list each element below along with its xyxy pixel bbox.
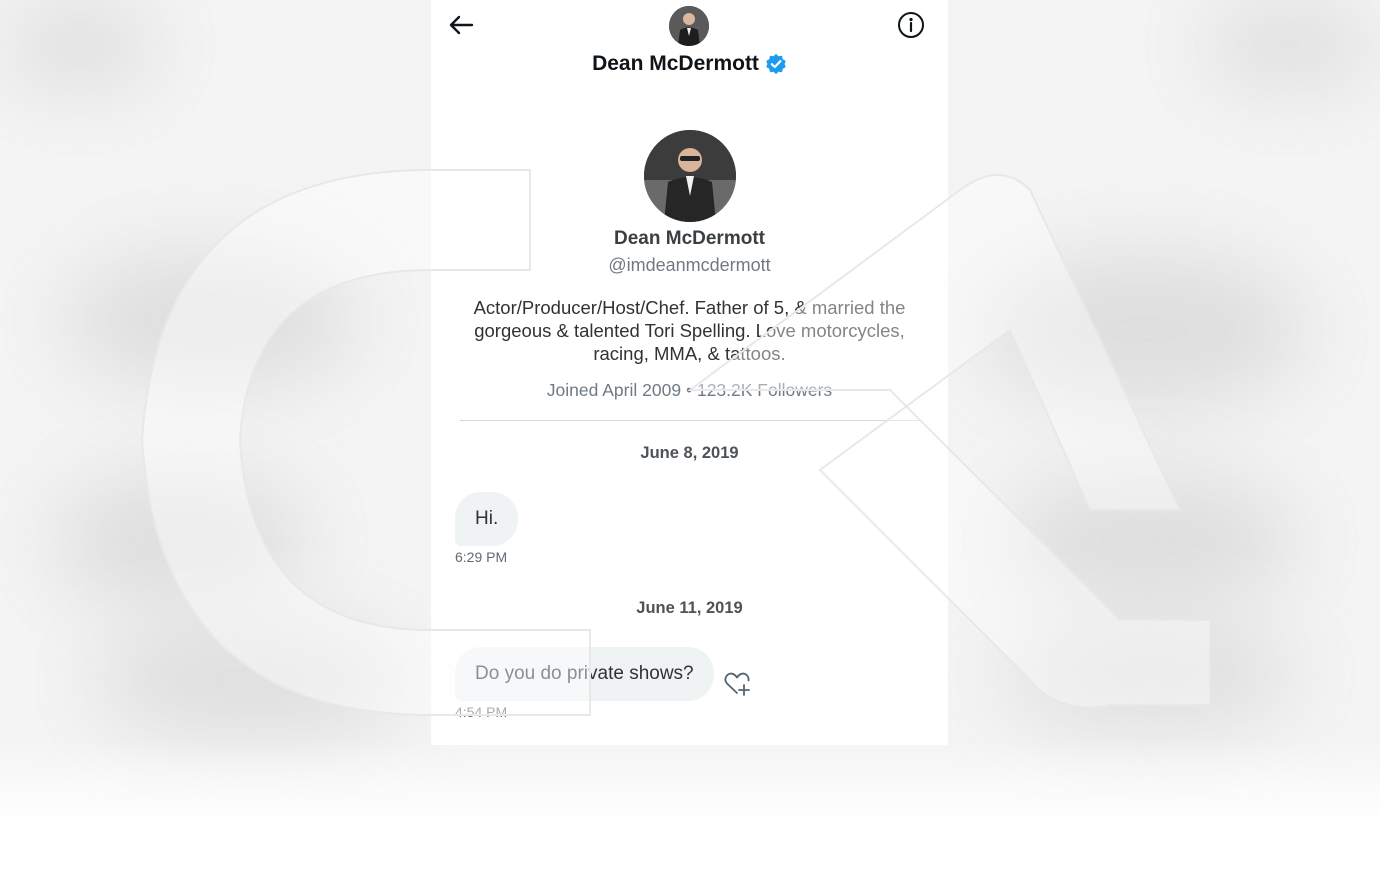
conversation-header: Dean McDermott (431, 0, 948, 90)
heart-plus-icon (723, 670, 753, 703)
info-button[interactable] (896, 11, 926, 44)
like-message-button[interactable] (723, 672, 753, 700)
message-time: 6:29 PM (455, 549, 508, 565)
screenshot-stage: Dean McDermott Dean McDermott @imdeanmcd… (0, 0, 1380, 880)
background-blur (90, 620, 410, 740)
joined-date: Joined April 2009 (546, 380, 682, 400)
date-separator: June 11, 2019 (636, 599, 743, 617)
message-text: Do you do private shows? (475, 663, 694, 684)
background-blur (60, 250, 360, 390)
profile-name[interactable]: Dean McDermott (431, 228, 948, 250)
bottom-fade (0, 740, 1380, 880)
background-blur (980, 250, 1310, 410)
date-separator: June 8, 2019 (640, 444, 739, 462)
message-time: 4:54 PM (455, 704, 508, 720)
meta-separator: • (685, 380, 693, 400)
verified-badge-icon (765, 53, 787, 75)
background-blur (1000, 470, 1300, 610)
background-blur (1000, 620, 1300, 730)
profile-meta: Joined April 2009 • 123.2K Followers (431, 380, 948, 401)
followers-count[interactable]: 123.2K Followers (697, 380, 832, 400)
arrow-left-icon (448, 14, 474, 41)
back-button[interactable] (445, 11, 477, 43)
message-bubble[interactable]: Hi. (455, 492, 519, 546)
message-text: Hi. (475, 508, 499, 529)
profile-handle[interactable]: @imdeanmcdermott (431, 255, 948, 276)
background-blur (0, 0, 160, 90)
header-name: Dean McDermott (592, 52, 759, 75)
header-avatar[interactable] (669, 6, 709, 46)
header-title-row: Dean McDermott (431, 52, 948, 76)
profile-avatar[interactable] (643, 130, 736, 222)
message-bubble[interactable]: Do you do private shows? (455, 647, 714, 701)
info-circle-icon (897, 11, 925, 44)
dm-conversation-panel: Dean McDermott Dean McDermott @imdeanmcd… (431, 0, 948, 745)
background-blur (1200, 0, 1380, 90)
profile-bio: Actor/Producer/Host/Chef. Father of 5, &… (473, 297, 906, 364)
background-blur (50, 470, 310, 610)
profile-summary: Dean McDermott @imdeanmcdermott Actor/Pr… (431, 130, 948, 401)
divider (460, 420, 919, 421)
